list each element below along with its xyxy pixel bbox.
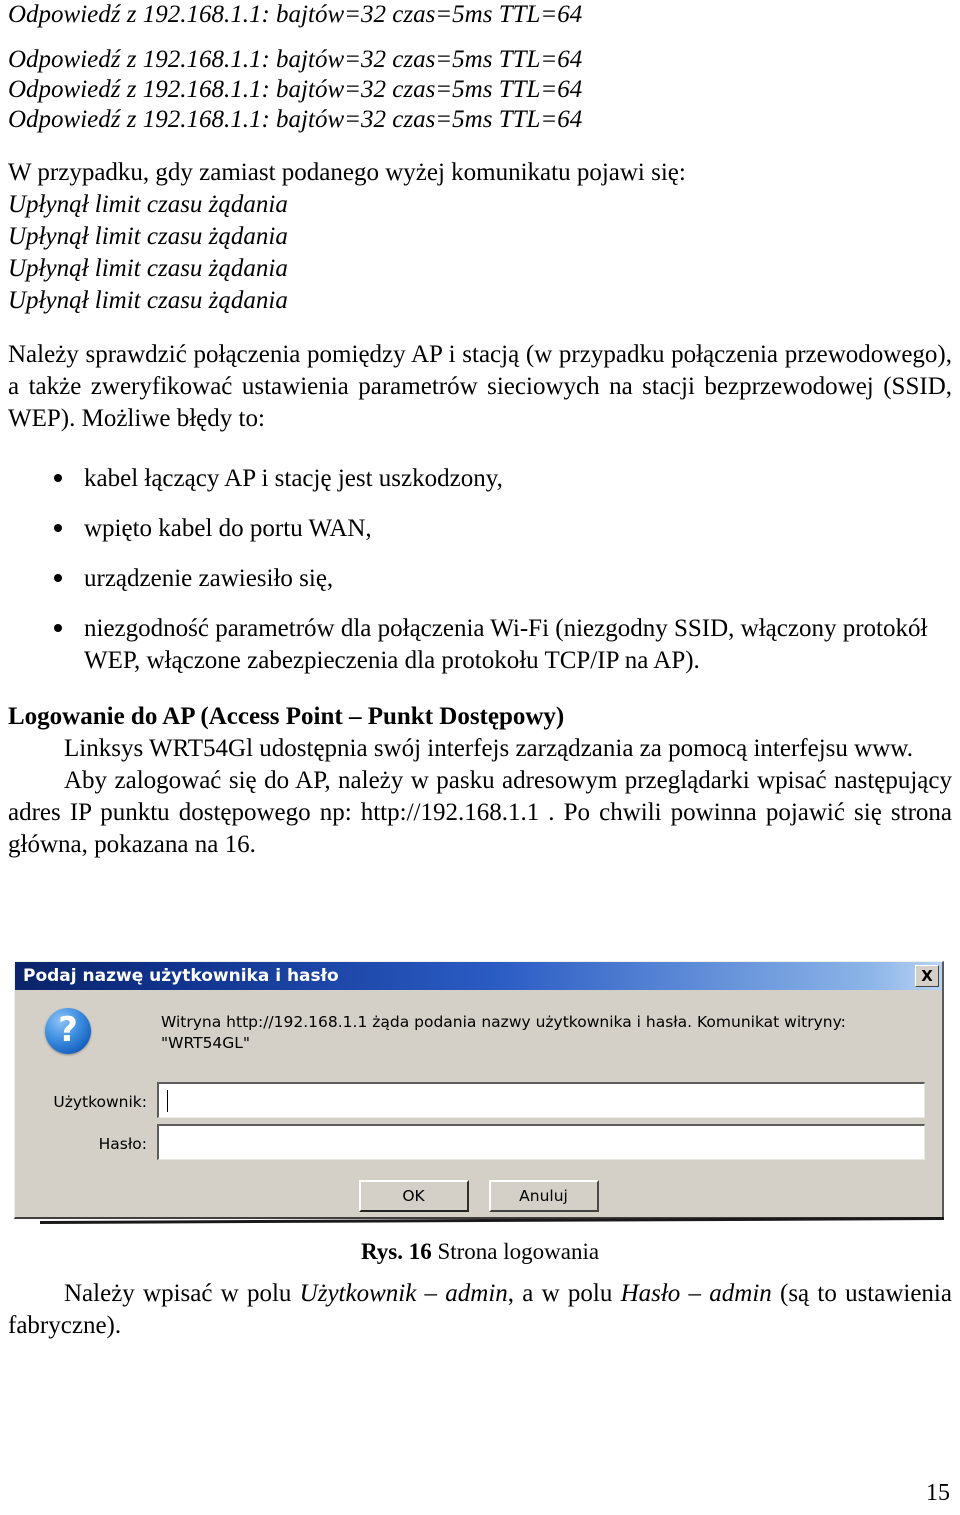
password-input[interactable] [157,1124,925,1160]
bullet-icon [54,524,62,532]
intro-line: W przypadku, gdy zamiast podanego wyżej … [8,159,686,186]
figure-caption-label: Rys. 16 [360,1239,432,1264]
ping-reply-group: Odpowiedź z 192.168.1.1: bajtów=32 czas=… [8,45,952,135]
list-item-label: urządzenie zawiesiło się, [84,565,334,592]
timeout-line: Upłynął limit czasu żądania [8,191,288,218]
login-dialog-screenshot: Podaj nazwę użytkownika i hasło X ? Witr… [14,961,944,1224]
list-item: wpięto kabel do portu WAN, [8,513,952,545]
login-paragraph-2: Aby zalogować się do AP, należy w pasku … [8,767,952,858]
page-number: 15 [926,1480,950,1506]
dialog-title: Podaj nazwę użytkownika i hasło [23,966,339,986]
password-row: Hasło: [15,1124,942,1162]
bullet-icon [54,574,62,582]
ping-reply-line: Odpowiedź z 192.168.1.1: bajtów=32 czas=… [8,46,583,73]
windows-auth-dialog: Podaj nazwę użytkownika i hasło X ? Witr… [14,961,944,1219]
ping-reply-line: Odpowiedź z 192.168.1.1: bajtów=32 czas=… [8,76,583,103]
timeout-line: Upłynął limit czasu żądania [8,223,288,250]
list-item: niezgodność parametrów dla połączenia Wi… [8,613,952,677]
cancel-button[interactable]: Anuluj [488,1180,599,1212]
list-item: kabel łączący AP i stację jest uszkodzon… [8,463,952,495]
dialog-message-line-2: "WRT54GL" [161,1034,251,1052]
error-list: kabel łączący AP i stację jest uszkodzon… [8,463,952,677]
after-figure-field-1: Użytkownik – admin [299,1280,508,1307]
ping-reply-line: Odpowiedź z 192.168.1.1: bajtów=32 czas=… [8,106,583,133]
dialog-message: Witryna http://192.168.1.1 żąda podania … [161,1012,901,1054]
list-item-label: wpięto kabel do portu WAN, [84,515,372,542]
list-item-label: kabel łączący AP i stację jest uszkodzon… [84,465,503,492]
dialog-message-line-1: Witryna http://192.168.1.1 żąda podania … [161,1013,846,1031]
after-figure-mid: , a w polu [507,1280,621,1307]
bullet-icon [54,624,62,632]
dialog-buttons: OK Anuluj [15,1180,942,1212]
dialog-titlebar[interactable]: Podaj nazwę użytkownika i hasło X [15,962,942,990]
after-figure-lead: Należy wpisać w polu [64,1280,300,1307]
check-paragraph: Należy sprawdzić połączenia pomiędzy AP … [8,341,952,432]
timeout-line: Upłynął limit czasu żądania [8,255,288,282]
figure-caption: Rys. 16 Strona logowania [0,1238,960,1266]
document-page: Odpowiedź z 192.168.1.1: bajtów=32 czas=… [0,0,960,1515]
username-input[interactable] [157,1082,925,1118]
after-figure-field-2: Hasło – admin [620,1280,772,1307]
list-item: urządzenie zawiesiło się, [8,563,952,595]
ok-button[interactable]: OK [358,1180,469,1212]
close-icon[interactable]: X [915,965,939,987]
ping-reply-line: Odpowiedź z 192.168.1.1: bajtów=32 czas=… [8,1,583,28]
bullet-icon [54,474,62,482]
figure-caption-text: Strona logowania [431,1239,600,1264]
timeout-line: Upłynął limit czasu żądania [8,287,288,314]
username-row: Użytkownik: [15,1082,942,1120]
login-paragraph-1: Linksys WRT54Gl udostępnia swój interfej… [64,735,913,762]
text-caret [167,1090,168,1112]
username-label: Użytkownik: [53,1093,147,1111]
question-icon-glyph: ? [58,1009,78,1050]
after-figure-paragraph: Należy wpisać w polu Użytkownik – admin,… [8,1278,952,1342]
page-title: Logowanie do AP (Access Point – Punkt Do… [8,703,565,730]
list-item-label: niezgodność parametrów dla połączenia Wi… [84,615,928,674]
question-icon: ? [45,1008,91,1054]
dialog-body: ? Witryna http://192.168.1.1 żąda podani… [15,990,942,1218]
password-label: Hasło: [98,1135,147,1153]
